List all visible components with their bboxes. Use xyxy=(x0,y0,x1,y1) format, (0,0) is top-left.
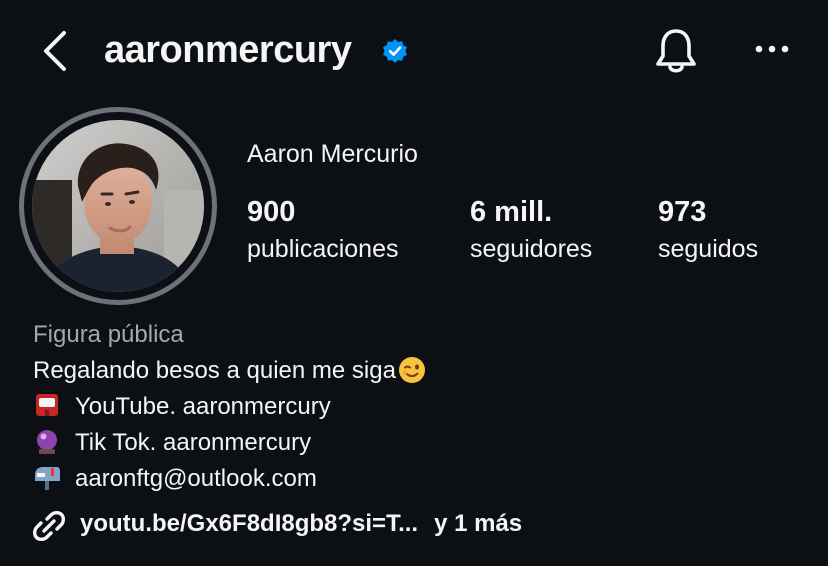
bio-tiktok: Tik Tok. aaronmercury xyxy=(33,427,311,459)
stat-posts[interactable]: 900 publicaciones xyxy=(247,194,399,266)
bio-youtube: YouTube. aaronmercury xyxy=(33,391,331,423)
profile-link[interactable]: youtu.be/Gx6F8dI8gb8?si=T... y 1 más xyxy=(80,507,522,541)
bio-email: aaronftg@outlook.com xyxy=(33,463,317,495)
mailbox-red-icon xyxy=(36,394,58,416)
bio-youtube-text: YouTube. aaronmercury xyxy=(75,393,331,420)
stat-followers[interactable]: 6 mill. seguidores xyxy=(470,194,592,266)
profile-username: aaronmercury xyxy=(104,29,352,71)
verified-badge-icon xyxy=(383,39,407,63)
stat-following-label: seguidos xyxy=(658,235,759,263)
profile-photo xyxy=(32,120,204,292)
avatar[interactable] xyxy=(32,120,204,292)
bio-text: Regalando besos a quien me siga xyxy=(33,357,396,384)
notifications-button[interactable] xyxy=(652,24,700,76)
back-button[interactable] xyxy=(34,26,78,76)
stat-following-value: 973 xyxy=(658,196,707,228)
stat-followers-value: 6 mill. xyxy=(470,196,553,228)
bell-icon xyxy=(656,29,696,73)
link-icon xyxy=(32,510,66,542)
bio-line: Regalando besos a quien me siga xyxy=(33,355,426,387)
mailbox-blue-icon xyxy=(35,467,60,490)
bio-email-text: aaronftg@outlook.com xyxy=(75,465,317,492)
profile-category: Figura pública xyxy=(33,321,184,348)
winking-face-emoji-icon xyxy=(398,357,425,383)
profile-link-url: youtu.be/Gx6F8dI8gb8?si=T... xyxy=(80,510,419,537)
stat-following[interactable]: 973 seguidos xyxy=(658,194,758,266)
profile-link-more: y 1 más xyxy=(434,510,523,537)
more-icon xyxy=(755,45,789,53)
bio-tiktok-text: Tik Tok. aaronmercury xyxy=(75,429,312,456)
back-icon xyxy=(44,31,66,71)
stat-followers-label: seguidores xyxy=(470,235,593,263)
stat-posts-label: publicaciones xyxy=(247,235,399,263)
display-name: Aaron Mercurio xyxy=(247,140,418,168)
crystal-ball-icon xyxy=(37,430,57,454)
more-options-button[interactable] xyxy=(748,34,796,64)
stat-posts-value: 900 xyxy=(247,196,296,228)
